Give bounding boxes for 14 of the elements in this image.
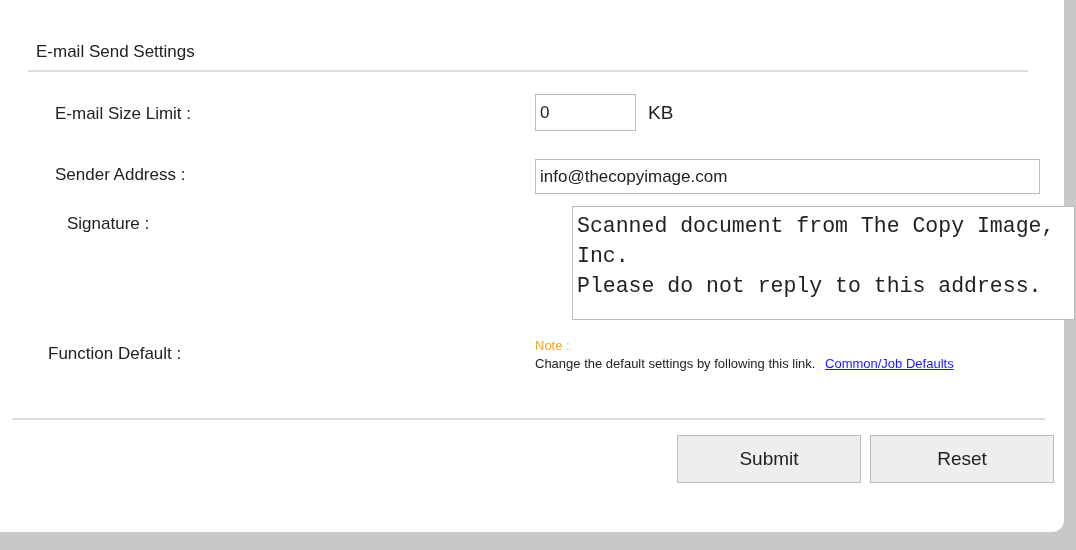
note-label: Note : [535, 338, 571, 353]
field-label: Signature : [66, 213, 151, 234]
field-label: Function Default : [47, 343, 183, 364]
sender-address-field[interactable]: info@thecopyimage.com [535, 159, 1040, 194]
field-label: E-mail Size Limit : [54, 103, 193, 124]
note-text: Change the default settings by following this link. [535, 356, 816, 371]
size-limit-field[interactable]: 0 [535, 94, 636, 131]
defaults-link[interactable]: Common/Job Defaults [825, 356, 954, 371]
signature-field[interactable]: Scanned document from The Copy Image, Inc. Please do not reply to this address. [572, 206, 1075, 320]
field-label: Sender Address : [54, 164, 187, 185]
reset-button[interactable]: Reset [870, 435, 1054, 483]
section-title: E-mail Send Settings [35, 41, 196, 63]
unit-label: KB [648, 102, 674, 124]
submit-button[interactable]: Submit [677, 435, 861, 483]
